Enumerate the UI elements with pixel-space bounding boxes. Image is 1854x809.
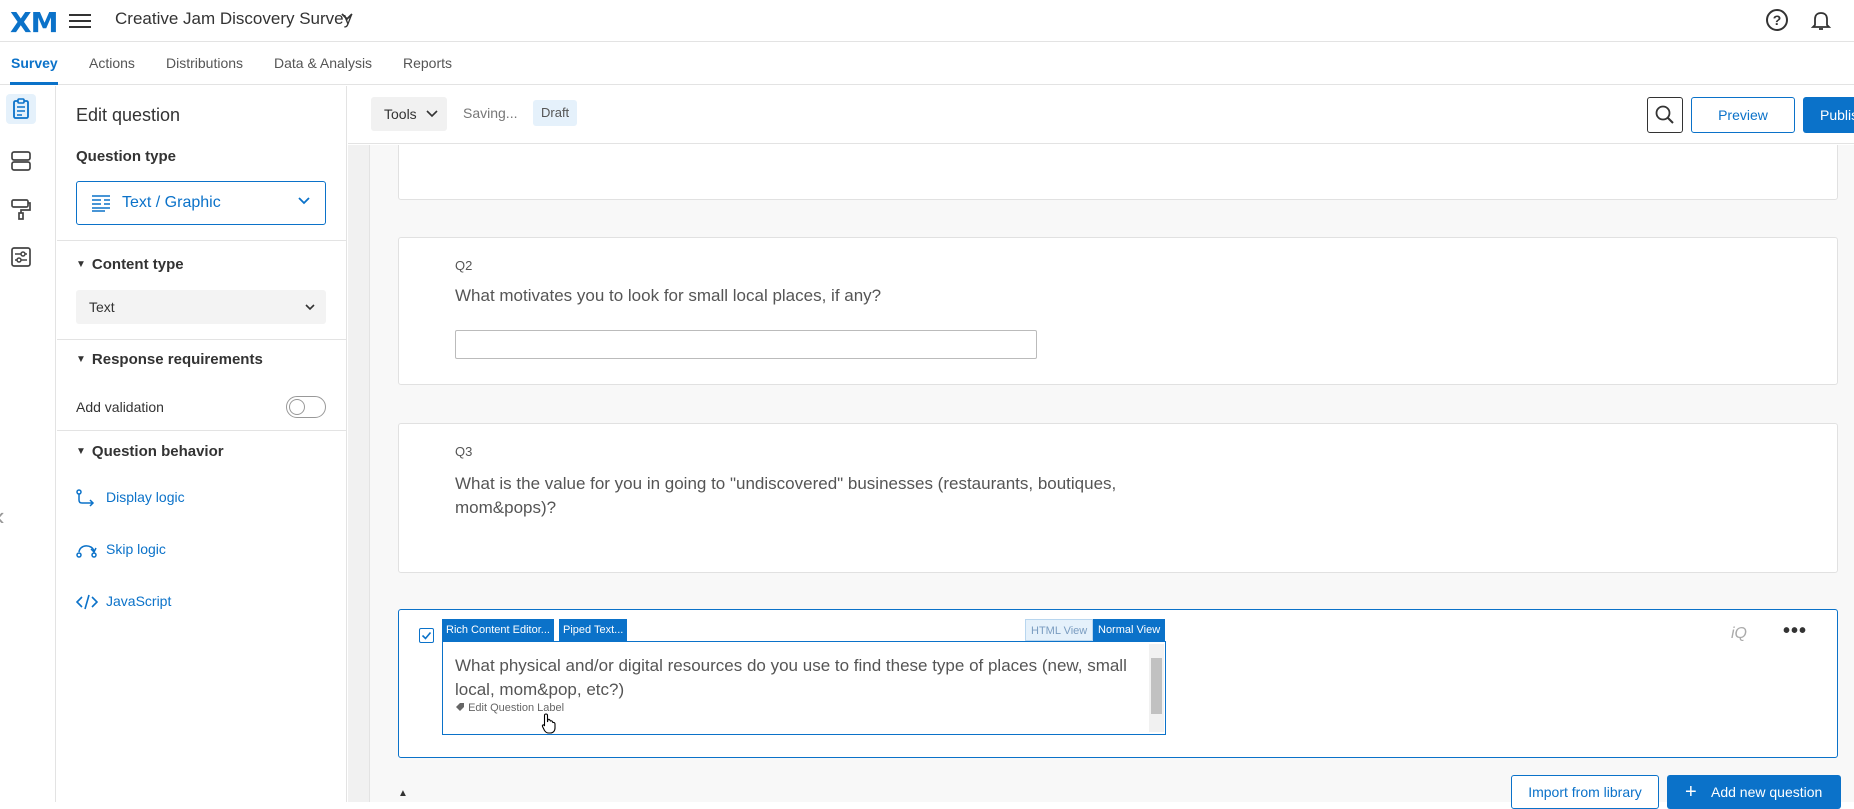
save-status: Saving... — [463, 105, 518, 121]
question-behavior-section-toggle[interactable]: ▼ Question behavior — [76, 443, 224, 460]
editor-toolbar: Tools Saving... Draft Preview Publish — [348, 86, 1854, 144]
text-graphic-icon — [92, 195, 110, 212]
main-nav: Survey Actions Distributions Data & Anal… — [0, 43, 1854, 85]
checkmark-icon — [421, 631, 432, 640]
code-icon — [76, 594, 98, 610]
divider — [57, 430, 346, 431]
tab-distributions[interactable]: Distributions — [166, 55, 243, 71]
hand-cursor-icon — [541, 713, 557, 740]
survey-builder-icon[interactable] — [6, 94, 36, 124]
active-tab-indicator — [10, 82, 58, 85]
skip-logic-icon — [76, 545, 97, 558]
question-select-checkbox[interactable] — [419, 628, 434, 643]
survey-options-icon[interactable] — [10, 246, 32, 268]
content-type-section-toggle[interactable]: ▼ Content type — [76, 256, 184, 273]
survey-canvas: Q2 What motivates you to look for small … — [348, 145, 1854, 802]
left-icon-rail: ‹ — [0, 86, 56, 802]
question-type-label: Question type — [76, 148, 177, 165]
question-number: Q2 — [455, 258, 473, 273]
question-text[interactable]: What physical and/or digital resources d… — [455, 654, 1135, 702]
divider — [57, 240, 346, 241]
block-collapse-icon[interactable]: ▲ — [398, 788, 408, 799]
survey-flow-icon[interactable] — [10, 150, 32, 172]
question-card-q1[interactable] — [398, 145, 1838, 200]
html-view-button[interactable]: HTML View — [1025, 619, 1094, 641]
collapse-panel-chevron-icon[interactable]: ‹ — [0, 501, 5, 532]
piped-text-button[interactable]: Piped Text... — [559, 619, 628, 641]
survey-title[interactable]: Creative Jam Discovery Survey — [115, 9, 352, 29]
publish-button[interactable]: Publish — [1803, 97, 1854, 133]
tag-icon — [456, 703, 464, 711]
search-button[interactable] — [1647, 97, 1683, 133]
tab-data-analysis[interactable]: Data & Analysis — [274, 55, 372, 71]
preview-button[interactable]: Preview — [1691, 97, 1795, 133]
tab-survey[interactable]: Survey — [11, 55, 58, 71]
question-number: Q3 — [455, 444, 473, 459]
question-type-value: Text / Graphic — [122, 194, 221, 211]
chevron-down-icon[interactable] — [340, 10, 354, 27]
tab-actions[interactable]: Actions — [89, 55, 135, 71]
scrollbar-thumb[interactable] — [1151, 658, 1162, 714]
question-type-select[interactable]: Text / Graphic — [76, 181, 326, 225]
more-options-icon[interactable]: ••• — [1783, 620, 1807, 643]
question-card-q2[interactable]: Q2 What motivates you to look for small … — [398, 237, 1838, 385]
chevron-down-icon — [426, 110, 438, 118]
add-validation-toggle[interactable] — [286, 396, 326, 418]
edit-question-panel: Edit question Question type Text / Graph… — [57, 86, 347, 802]
rich-content-editor-button[interactable]: Rich Content Editor... — [442, 619, 554, 641]
plus-icon: + — [1685, 781, 1697, 803]
chevron-down-icon — [298, 197, 310, 205]
add-validation-label: Add validation — [76, 399, 164, 415]
hamburger-menu-icon[interactable] — [69, 10, 91, 30]
editor-scrollbar[interactable] — [1149, 644, 1164, 732]
add-new-question-button[interactable]: + Add new question — [1667, 775, 1841, 809]
display-logic-icon — [76, 489, 95, 507]
top-bar: XM Creative Jam Discovery Survey ? — [0, 0, 1854, 42]
response-requirements-section-toggle[interactable]: ▼ Response requirements — [76, 351, 263, 368]
search-icon — [1655, 105, 1674, 124]
divider — [57, 339, 346, 340]
look-and-feel-icon[interactable] — [10, 198, 32, 220]
normal-view-button[interactable]: Normal View — [1093, 619, 1166, 641]
content-type-select[interactable]: Text — [76, 290, 326, 324]
question-text[interactable]: What motivates you to look for small loc… — [455, 284, 881, 308]
xm-logo[interactable]: XM — [10, 6, 58, 39]
question-text[interactable]: What is the value for you in going to "u… — [455, 472, 1185, 520]
import-from-library-button[interactable]: Import from library — [1511, 775, 1659, 809]
notification-bell-icon[interactable] — [1809, 8, 1833, 32]
content-type-value: Text — [89, 299, 115, 315]
iq-icon[interactable]: iQ — [1731, 625, 1747, 643]
tab-reports[interactable]: Reports — [403, 55, 452, 71]
canvas-scrollbar[interactable] — [348, 145, 370, 802]
panel-title: Edit question — [76, 105, 181, 125]
chevron-down-icon — [305, 304, 315, 311]
text-entry-preview — [455, 330, 1037, 359]
question-card-q3[interactable]: Q3 What is the value for you in going to… — [398, 423, 1838, 573]
help-icon[interactable]: ? — [1766, 9, 1788, 31]
draft-badge: Draft — [533, 100, 578, 126]
question-card-active[interactable]: Rich Content Editor... Piped Text... HTM… — [398, 609, 1838, 758]
tools-menu-button[interactable]: Tools — [371, 97, 447, 131]
